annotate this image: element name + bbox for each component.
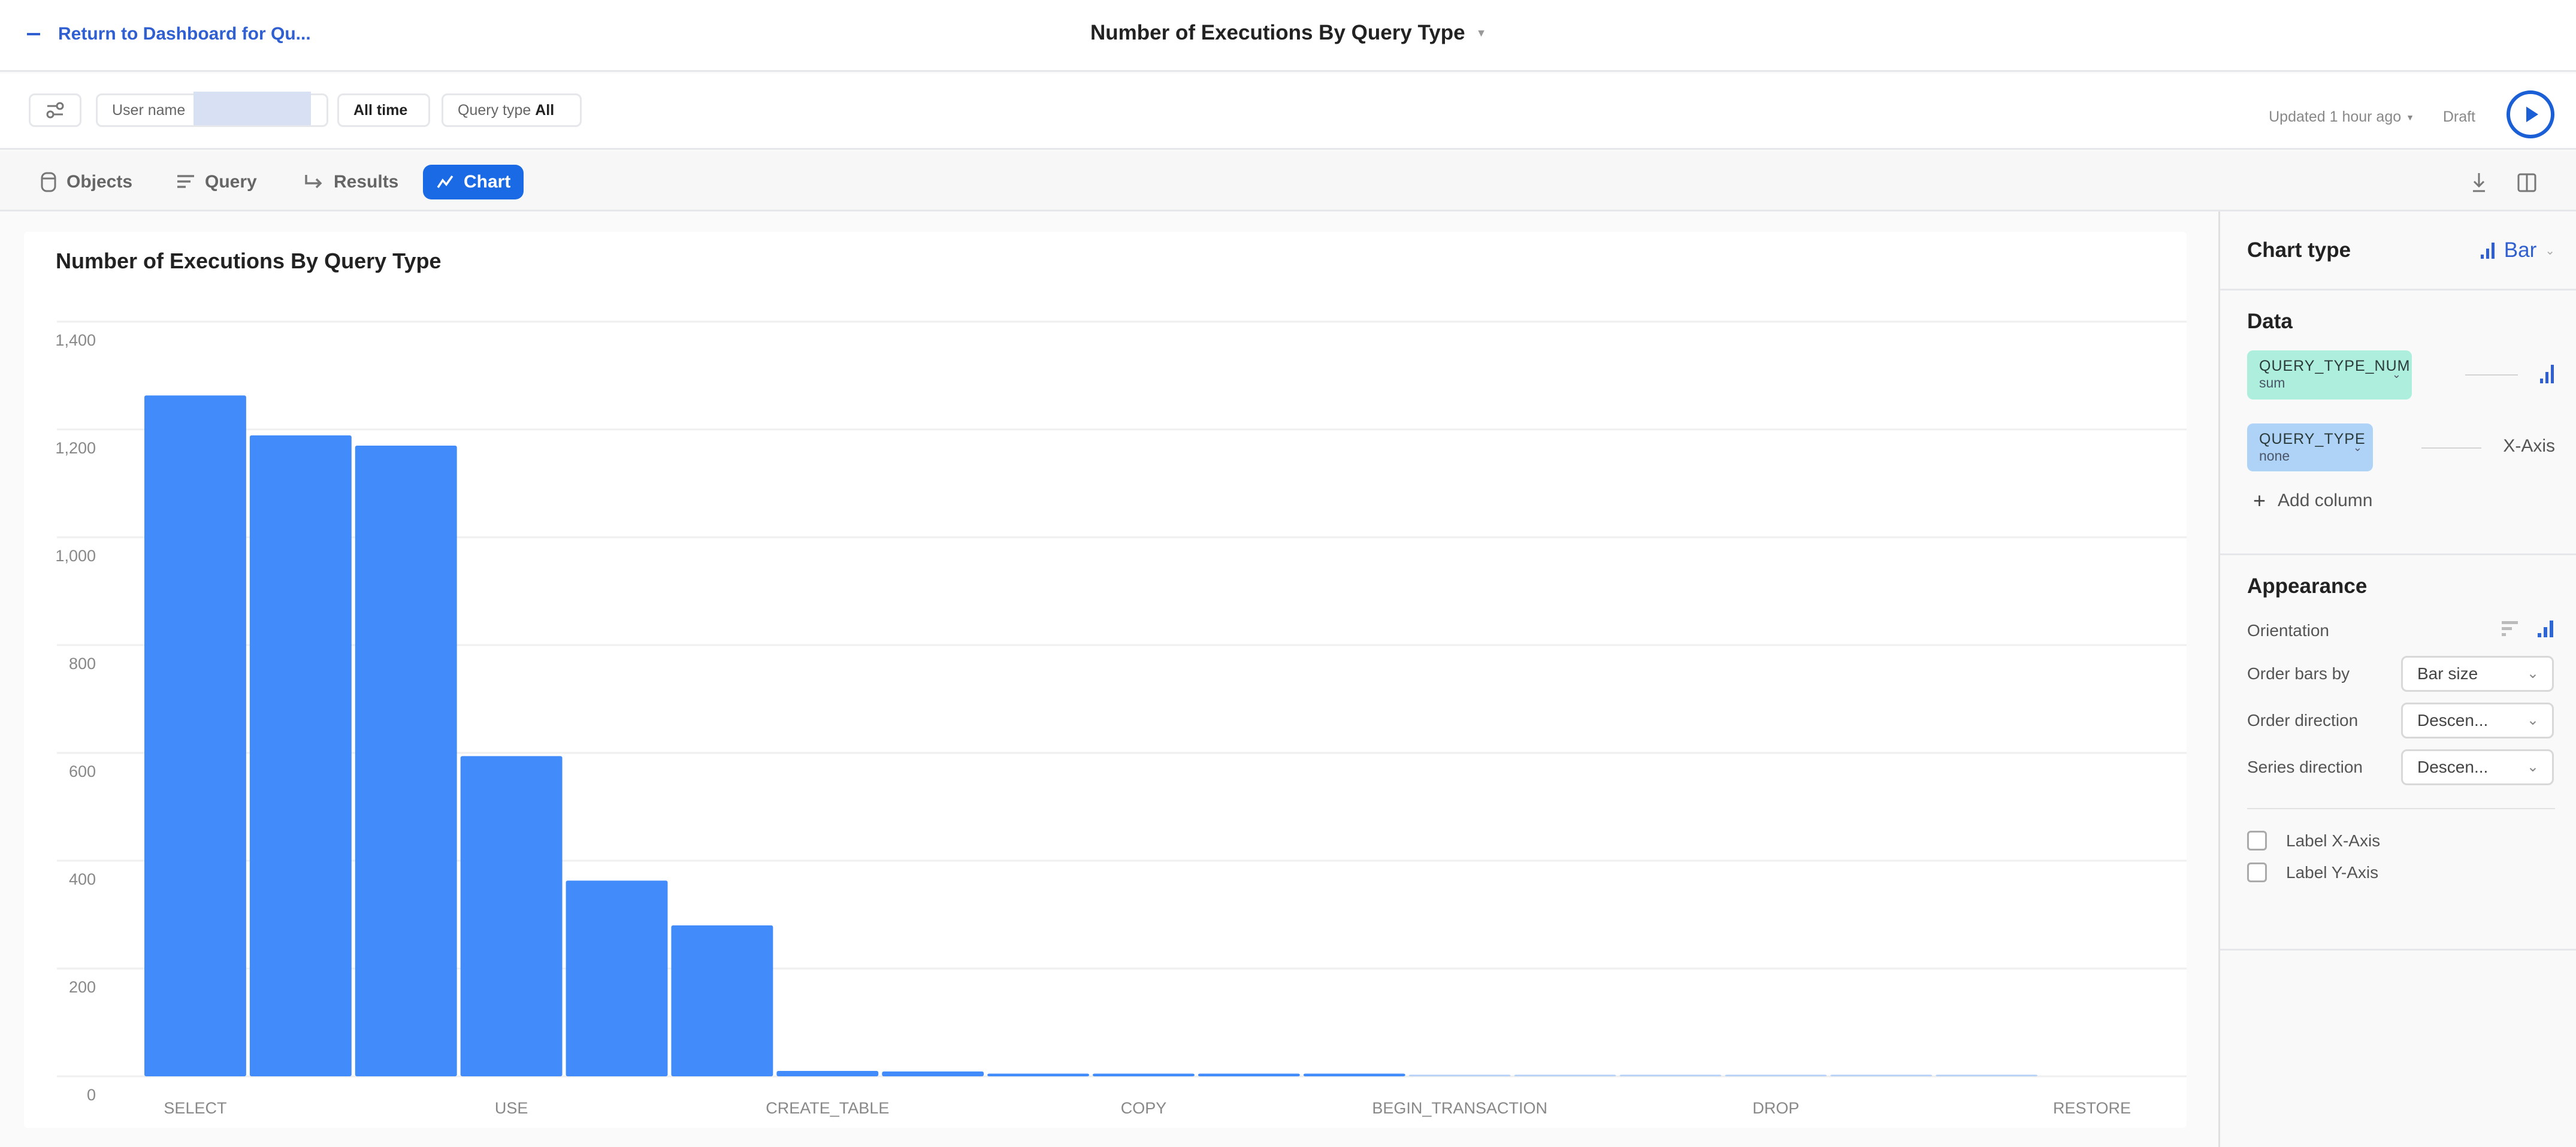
lines-icon (177, 175, 194, 188)
user-name-filter[interactable]: User name (96, 92, 328, 127)
order-direction-value: Descen... (2417, 711, 2489, 730)
filter-settings-button[interactable] (29, 93, 81, 127)
return-to-dashboard-link[interactable]: Return to Dashboard for Qu... (27, 19, 311, 49)
dimension-column-name: QUERY_TYPE (2259, 431, 2366, 447)
measure-column-pill[interactable]: QUERY_TYPE_NUM sum ⌄ (2247, 350, 2412, 400)
series-direction-value: Descen... (2417, 758, 2489, 776)
series-direction-label: Series direction (2247, 758, 2363, 776)
measure-aggregation: sum (2259, 375, 2285, 391)
download-button[interactable] (2462, 166, 2496, 199)
divider (2247, 808, 2555, 809)
tab-results[interactable]: Results (291, 165, 412, 199)
order-bars-by-label: Order bars by (2247, 664, 2350, 683)
database-icon (41, 172, 56, 192)
draft-status: Draft (2442, 108, 2475, 125)
bar-chart-icon (2480, 243, 2495, 259)
tab-results-label: Results (334, 172, 399, 192)
add-column-label: Add column (2278, 491, 2373, 510)
tab-bar: Objects Query Results Chart (0, 152, 2576, 211)
time-range-filter[interactable]: All time (337, 93, 430, 127)
plus-icon: + (2253, 488, 2266, 513)
order-direction-label: Order direction (2247, 711, 2359, 730)
chart-title: Number of Executions By Query Type (56, 249, 442, 273)
user-name-label: User name (112, 101, 186, 119)
play-icon (2526, 107, 2538, 122)
label-x-axis-checkbox[interactable] (2247, 831, 2267, 851)
data-heading: Data (2247, 310, 2293, 333)
appearance-section: Appearance Orientation Order bars by Bar (2220, 555, 2576, 951)
redacted-user-name (193, 92, 311, 125)
orientation-label: Orientation (2247, 621, 2329, 640)
sliders-icon (46, 102, 64, 119)
label-x-axis-text: Label X-Axis (2286, 831, 2381, 850)
add-column-button[interactable]: + Add column (2253, 488, 2372, 513)
tab-objects-label: Objects (66, 172, 133, 192)
top-bar: Return to Dashboard for Qu... Number of … (0, 0, 2576, 72)
split-view-button[interactable] (2510, 166, 2544, 199)
query-type-label: Query type (458, 101, 531, 119)
x-axis-role-label: X-Axis (2503, 436, 2555, 456)
query-type-value: All (535, 101, 555, 119)
chart-card (24, 232, 2187, 1128)
label-x-axis-option[interactable]: Label X-Axis (2247, 831, 2380, 851)
chevron-down-icon: ⌄ (2526, 759, 2539, 775)
tab-query[interactable]: Query (163, 165, 270, 199)
orientation-toggle (2501, 620, 2555, 641)
caret-down-icon: ▼ (2406, 112, 2414, 122)
order-direction-select[interactable]: Descen... ⌄ (2401, 703, 2554, 739)
caret-down-icon: ▼ (1476, 26, 1487, 39)
tab-chart[interactable]: Chart (423, 165, 524, 199)
updated-dropdown[interactable]: Updated 1 hour ago ▼ (2269, 108, 2414, 126)
chart-type-dropdown[interactable]: Bar ⌄ (2480, 238, 2555, 262)
connector-line (2421, 447, 2481, 449)
return-link-label: Return to Dashboard for Qu... (58, 24, 311, 44)
tab-query-label: Query (205, 172, 257, 192)
horizontal-orientation-button[interactable] (2501, 620, 2519, 641)
chevron-down-icon: ⌄ (2391, 368, 2401, 380)
data-section: Data QUERY_TYPE_NUM sum ⌄ QUERY_TYPE non… (2220, 290, 2576, 555)
filter-bar: User name All time Query type All Update… (0, 74, 2576, 150)
series-direction-select[interactable]: Descen... ⌄ (2401, 749, 2554, 785)
chart-settings-panel: Chart type Bar ⌄ Data QUERY_TYPE_NUM sum… (2218, 211, 2576, 1147)
chevron-down-icon: ⌄ (2545, 244, 2555, 258)
bar-chart-icon (2540, 365, 2554, 383)
time-range-value: All time (353, 101, 408, 119)
split-panel-icon (2517, 173, 2536, 192)
label-y-axis-checkbox[interactable] (2247, 862, 2267, 882)
order-bars-by-select[interactable]: Bar size ⌄ (2401, 656, 2554, 692)
dimension-aggregation: none (2259, 448, 2290, 464)
order-bars-by-value: Bar size (2417, 664, 2478, 683)
vertical-bars-icon (2538, 621, 2553, 637)
line-chart-icon (437, 175, 453, 188)
back-dash-icon (27, 33, 40, 35)
label-y-axis-option[interactable]: Label Y-Axis (2247, 862, 2378, 882)
chevron-down-icon: ⌄ (2526, 712, 2539, 728)
appearance-heading: Appearance (2247, 574, 2368, 598)
connector-line (2465, 374, 2518, 376)
chart-type-section: Chart type Bar ⌄ (2220, 211, 2576, 290)
updated-text: Updated 1 hour ago (2269, 108, 2402, 125)
tab-objects[interactable]: Objects (27, 165, 146, 199)
chevron-down-icon: ⌄ (2353, 441, 2362, 453)
dimension-column-pill[interactable]: QUERY_TYPE none ⌄ (2247, 423, 2373, 471)
horizontal-bars-icon (2502, 621, 2518, 636)
chevron-down-icon: ⌄ (2526, 665, 2539, 682)
query-type-filter[interactable]: Query type All (442, 93, 582, 127)
measure-column-name: QUERY_TYPE_NUM (2259, 358, 2411, 374)
tab-chart-label: Chart (464, 172, 511, 192)
page-title-text: Number of Executions By Query Type (1090, 21, 1465, 44)
chart-type-value: Bar (2504, 238, 2537, 262)
arrow-return-icon (305, 175, 322, 189)
run-button[interactable] (2507, 90, 2554, 138)
label-y-axis-text: Label Y-Axis (2286, 862, 2379, 882)
vertical-orientation-button[interactable] (2537, 620, 2555, 641)
chart-type-heading: Chart type (2247, 238, 2351, 262)
download-icon (2473, 173, 2485, 192)
page-title[interactable]: Number of Executions By Query Type ▼ (1090, 18, 1486, 48)
